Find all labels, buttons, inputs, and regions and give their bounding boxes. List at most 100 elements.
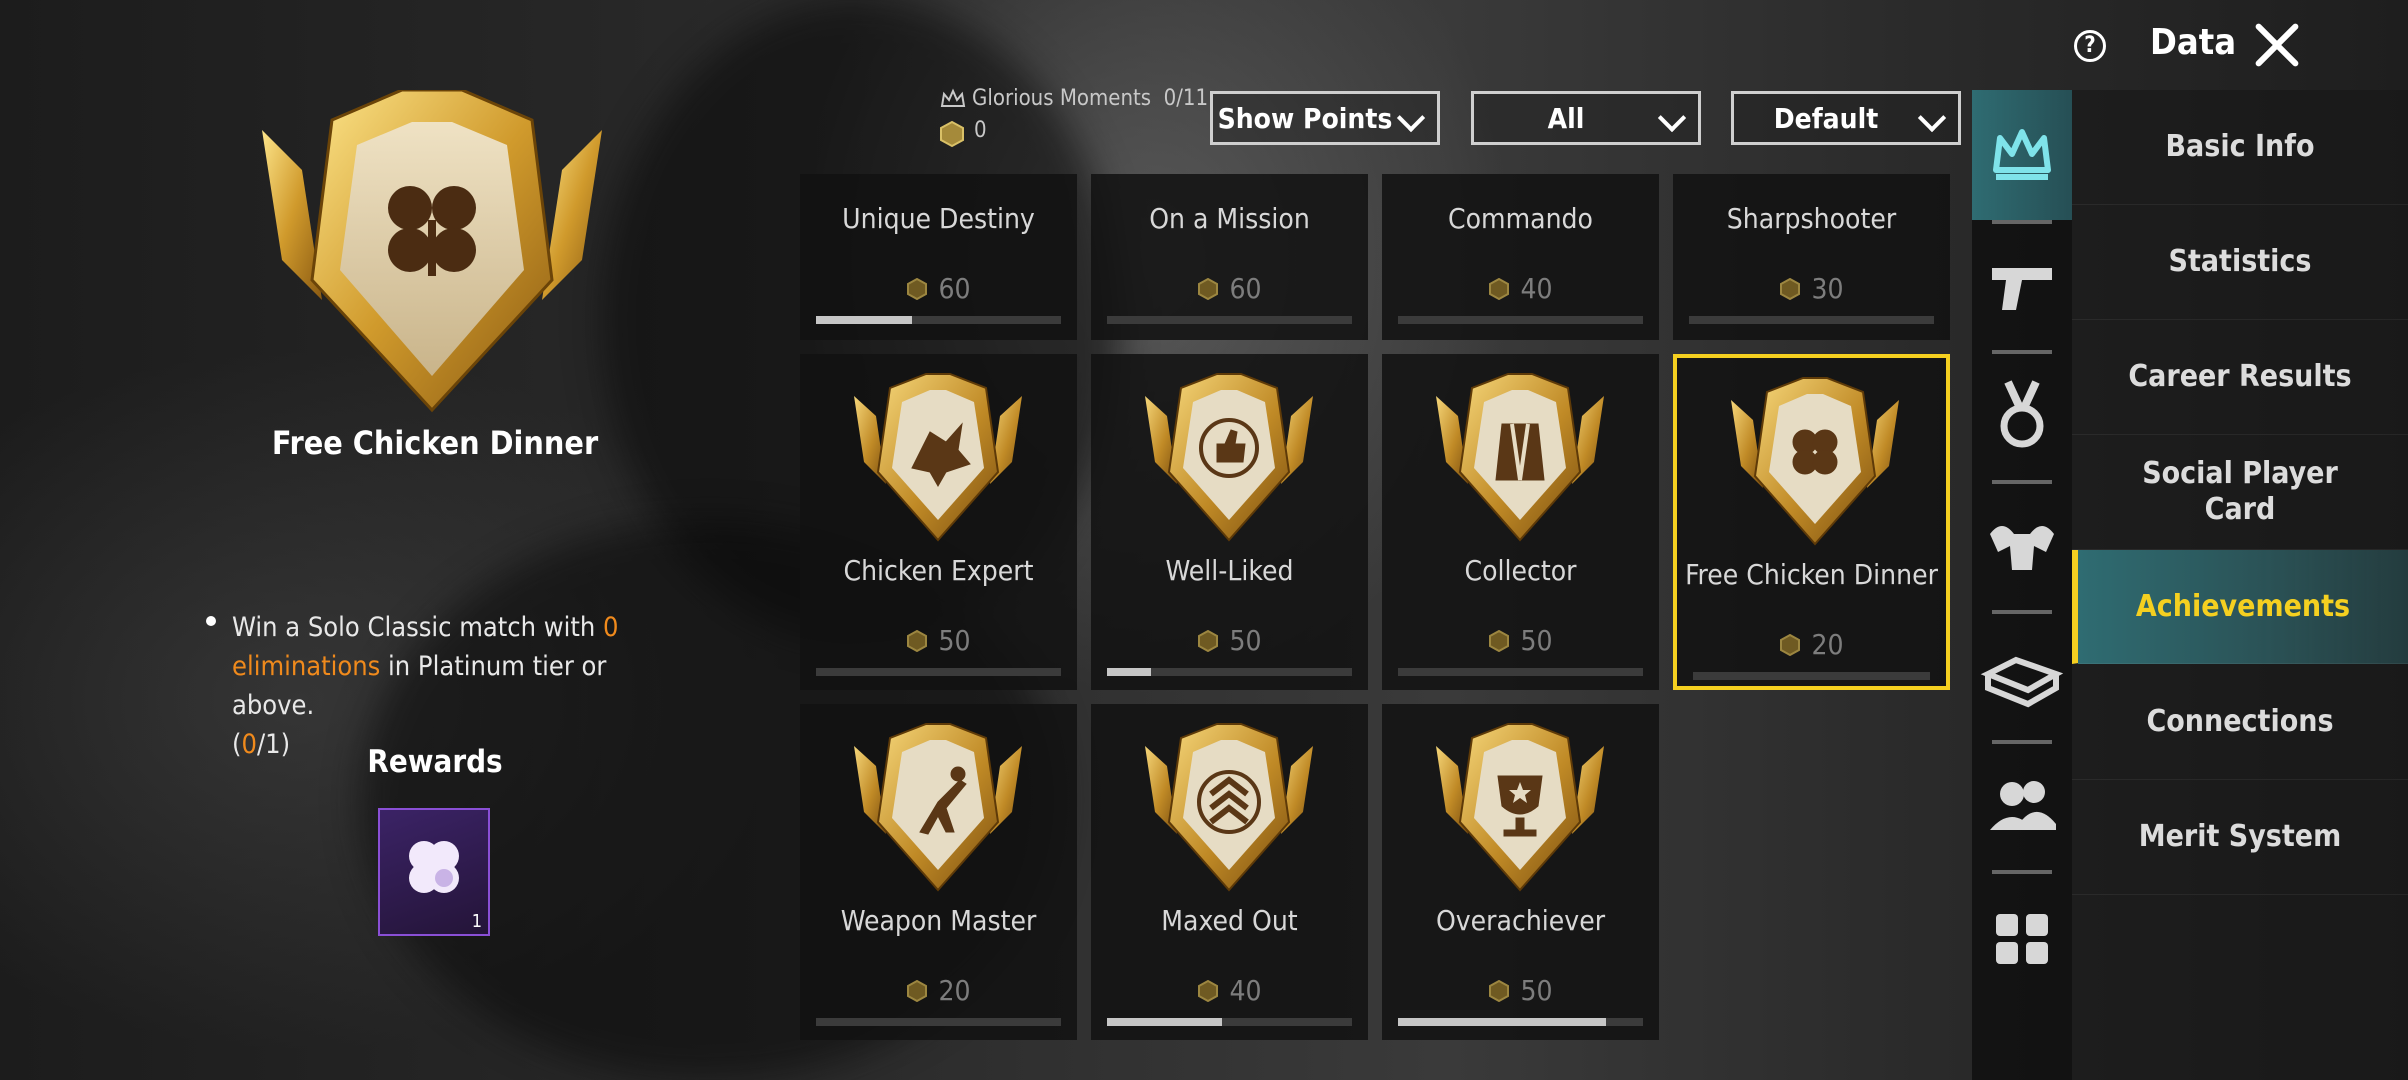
grid-icon — [1996, 914, 2048, 964]
achievement-points: 50 — [800, 624, 1077, 657]
achievement-point-icon — [1198, 630, 1219, 652]
points-value: 20 — [1811, 628, 1844, 661]
achievement-card[interactable]: Maxed Out 40 — [1091, 704, 1368, 1040]
achievement-points: 60 — [1091, 272, 1368, 305]
menu-item-statistics[interactable]: Statistics — [2072, 205, 2408, 320]
progress-bar — [816, 316, 1061, 324]
side-tab-pistol[interactable] — [1972, 220, 2072, 350]
progress-bar — [1107, 668, 1352, 676]
chevron-down-icon — [1396, 103, 1426, 133]
points-value: 40 — [1229, 974, 1262, 1007]
menu-item-career-results[interactable]: Career Results — [2072, 320, 2408, 435]
side-tab-medal[interactable] — [1972, 350, 2072, 480]
achievement-card[interactable]: Sharpshooter 30 — [1673, 174, 1950, 340]
menu-item-label: Career Results — [2128, 359, 2352, 394]
progress-bar — [1107, 1018, 1352, 1026]
reward-count: 1 — [471, 911, 482, 932]
rank-chevron-icon — [1145, 723, 1313, 892]
achievement-card[interactable]: Chicken Expert 50 — [800, 354, 1077, 690]
menu-item-label: Merit System — [2138, 819, 2342, 854]
achievement-badge-large — [262, 90, 602, 413]
chicken-icon — [854, 373, 1022, 542]
tab-divider — [1992, 740, 2052, 744]
help-icon[interactable]: ? — [2074, 30, 2106, 62]
progress-bar — [1398, 1018, 1643, 1026]
points-value: 20 — [938, 974, 971, 1007]
crown-icon — [1993, 129, 2051, 180]
flexing-arm-icon — [1990, 526, 2054, 570]
achievement-card[interactable]: Overachiever 50 — [1382, 704, 1659, 1040]
points-total: 0 — [974, 118, 987, 143]
achievement-card[interactable]: Collector 50 — [1382, 354, 1659, 690]
menu-item-label: Basic Info — [2165, 129, 2315, 164]
thumbs-up-icon — [1145, 373, 1313, 542]
achievement-point-icon — [1489, 980, 1510, 1002]
achievement-name: Sharpshooter — [1726, 202, 1897, 235]
achievement-points: 20 — [800, 974, 1077, 1007]
achievement-point-icon — [1780, 278, 1801, 300]
achievement-name: Overachiever — [1435, 904, 1606, 937]
achievement-points: 40 — [1382, 272, 1659, 305]
achievement-name: Maxed Out — [1161, 904, 1298, 937]
chevron-down-icon — [1657, 103, 1687, 133]
clover-icon — [1731, 377, 1899, 546]
menu-item-basic-info[interactable]: Basic Info — [2072, 90, 2408, 205]
achievement-card[interactable]: On a Mission 60 — [1091, 174, 1368, 340]
achievement-name: Well-Liked — [1165, 554, 1294, 587]
pistol-icon — [1992, 268, 2052, 310]
achievement-points: 40 — [1091, 974, 1368, 1007]
side-tab-grid[interactable] — [1972, 870, 2072, 1000]
achievement-card[interactable]: Weapon Master 20 — [800, 704, 1077, 1040]
achievement-description: Win a Solo Classic match with 0 eliminat… — [206, 608, 692, 764]
achievement-point-icon — [1489, 278, 1510, 300]
progress-fill — [1107, 668, 1152, 676]
progress-rest: /1) — [256, 729, 291, 760]
achievement-card[interactable]: Free Chicken Dinner 20 — [1673, 354, 1950, 690]
side-tab-crown[interactable] — [1972, 90, 2072, 220]
menu-item-social-player-card[interactable]: Social Player Card — [2072, 435, 2408, 550]
reward-item[interactable]: 1 — [378, 808, 490, 936]
achievement-name: Commando — [1448, 202, 1593, 235]
achievement-point-icon — [1780, 634, 1801, 656]
achievement-name: Weapon Master — [840, 904, 1037, 937]
achievement-points: 20 — [1677, 628, 1946, 661]
menu-item-achievements[interactable]: Achievements — [2072, 550, 2408, 664]
show-points-dropdown[interactable]: Show Points — [1210, 91, 1440, 145]
progress-bar — [1693, 672, 1930, 680]
side-tab-friends[interactable] — [1972, 740, 2072, 870]
points-value: 40 — [1520, 272, 1553, 305]
points-value: 60 — [938, 272, 971, 305]
achievement-card[interactable]: Unique Destiny 60 — [800, 174, 1077, 340]
progress-bar — [816, 668, 1061, 676]
category-dropdown[interactable]: All — [1471, 91, 1701, 145]
tab-divider — [1992, 350, 2052, 354]
achievement-card[interactable]: Commando 40 — [1382, 174, 1659, 340]
progress-current: 0 — [241, 729, 257, 760]
achievement-point-icon — [907, 630, 928, 652]
side-tab-crate[interactable] — [1972, 610, 2072, 740]
side-tab-flexing-arm[interactable] — [1972, 480, 2072, 610]
medal-icon — [2000, 380, 2044, 448]
achievement-point-icon — [1198, 980, 1219, 1002]
rewards-label: Rewards — [367, 744, 503, 780]
trophy-icon — [1436, 723, 1604, 892]
sort-dropdown[interactable]: Default — [1731, 91, 1961, 145]
menu-item-label: Achievements — [2135, 588, 2351, 624]
tab-divider — [1992, 870, 2052, 874]
menu-item-label: Social Player Card — [2142, 456, 2338, 527]
progress-bar — [1398, 316, 1643, 324]
achievement-card[interactable]: Well-Liked 50 — [1091, 354, 1368, 690]
bullet-icon — [206, 616, 216, 626]
progress-bar — [1398, 668, 1643, 676]
glorious-count: 0/11 — [1163, 86, 1209, 111]
progress-fill — [1107, 1018, 1223, 1026]
close-icon[interactable] — [2252, 20, 2302, 70]
achievement-point-icon — [1198, 278, 1219, 300]
desc-part-1: Win a Solo Classic match with — [232, 612, 603, 643]
crown-icon — [940, 88, 966, 107]
achievement-name: On a Mission — [1149, 202, 1310, 235]
progress-bar — [1107, 316, 1352, 324]
menu-item-connections[interactable]: Connections — [2072, 665, 2408, 780]
achievement-point-icon — [907, 278, 928, 300]
menu-item-merit-system[interactable]: Merit System — [2072, 780, 2408, 895]
